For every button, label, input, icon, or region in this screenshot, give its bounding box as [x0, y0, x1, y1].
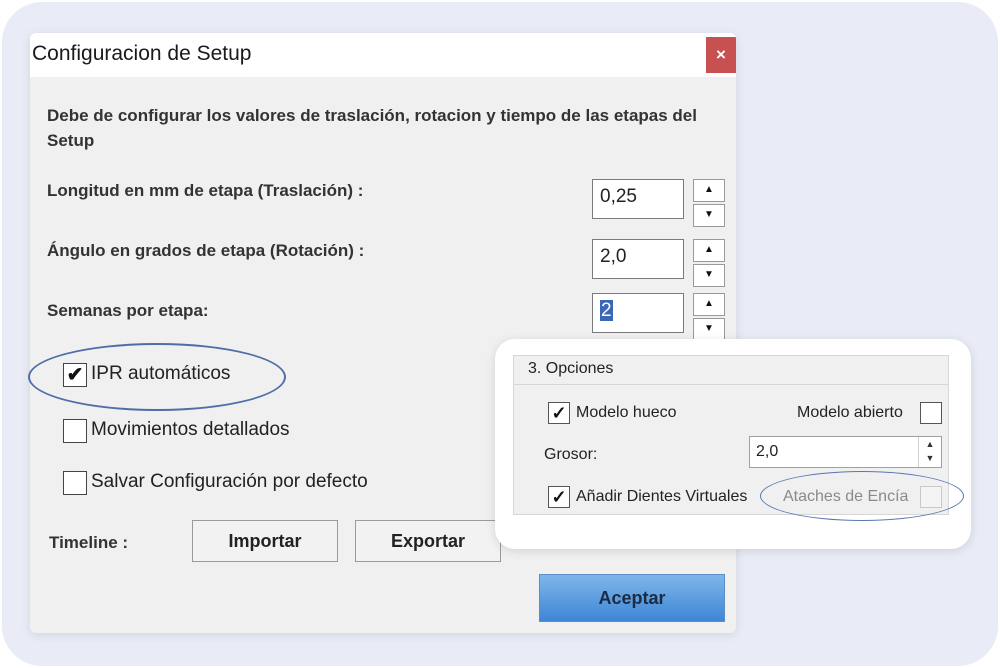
- movimientos-label: Movimientos detallados: [91, 419, 290, 440]
- semanas-label: Semanas por etapa:: [47, 301, 209, 320]
- traslacion-spinner: ▲ ▼: [693, 179, 725, 227]
- dientes-virtuales-label: Añadir Dientes Virtuales: [576, 488, 748, 505]
- options-card: 3. Opciones ✓ Modelo hueco Modelo abiert…: [495, 339, 971, 549]
- dientes-virtuales-checkbox[interactable]: ✓: [548, 486, 570, 508]
- rotacion-label: Ángulo en grados de etapa (Rotación) :: [47, 241, 365, 260]
- salvar-checkbox[interactable]: [63, 471, 87, 495]
- salvar-label: Salvar Configuración por defecto: [91, 471, 368, 492]
- close-button[interactable]: ×: [706, 37, 736, 73]
- ataches-highlight-ellipse: [760, 471, 964, 521]
- traslacion-down-button[interactable]: ▼: [693, 204, 725, 227]
- traslacion-up-button[interactable]: ▲: [693, 179, 725, 202]
- aceptar-button[interactable]: Aceptar: [539, 574, 725, 622]
- grosor-input[interactable]: 2,0 ▲ ▼: [749, 436, 942, 468]
- exportar-button[interactable]: Exportar: [355, 520, 501, 562]
- rotacion-input[interactable]: 2,0: [592, 239, 684, 279]
- modelo-abierto-checkbox[interactable]: [920, 402, 942, 424]
- traslacion-label: Longitud en mm de etapa (Traslación) :: [47, 181, 364, 200]
- semanas-input[interactable]: 2: [592, 293, 684, 333]
- modelo-hueco-checkbox[interactable]: ✓: [548, 402, 570, 424]
- options-title: 3. Opciones: [528, 360, 614, 377]
- highlight-ellipse: [28, 343, 286, 411]
- rotacion-spinner: ▲ ▼: [693, 239, 725, 287]
- description-text: Debe de configurar los valores de trasla…: [47, 106, 697, 150]
- title-bar: Configuracion de Setup ×: [30, 33, 736, 77]
- grosor-label: Grosor:: [544, 446, 598, 463]
- options-divider: [514, 384, 948, 385]
- semanas-up-button[interactable]: ▲: [693, 293, 725, 316]
- traslacion-input[interactable]: 0,25: [592, 179, 684, 219]
- semanas-down-button[interactable]: ▼: [693, 318, 725, 341]
- semanas-spinner: ▲ ▼: [693, 293, 725, 341]
- rotacion-down-button[interactable]: ▼: [693, 264, 725, 287]
- grosor-spinner[interactable]: ▲ ▼: [918, 437, 941, 467]
- rotacion-up-button[interactable]: ▲: [693, 239, 725, 262]
- modelo-abierto-label: Modelo abierto: [797, 404, 903, 421]
- timeline-label: Timeline :: [49, 533, 129, 552]
- semanas-value: 2: [600, 300, 613, 321]
- grosor-value: 2,0: [756, 443, 779, 460]
- importar-button[interactable]: Importar: [192, 520, 338, 562]
- modelo-hueco-label: Modelo hueco: [576, 404, 677, 421]
- dialog-title: Configuracion de Setup: [32, 42, 252, 65]
- movimientos-checkbox[interactable]: [63, 419, 87, 443]
